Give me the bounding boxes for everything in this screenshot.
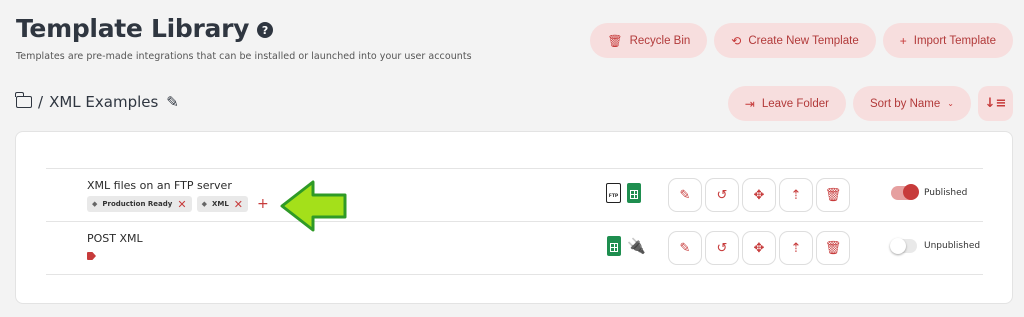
- breadcrumb-separator: /: [38, 93, 44, 111]
- import-template-button[interactable]: + Import Template: [882, 23, 1013, 58]
- template-tags: ◆ Production Ready ✕ ◆ XML ✕ +: [87, 196, 269, 212]
- tag-icon: ◆: [201, 200, 207, 208]
- rename-folder-pencil-icon[interactable]: ✎: [166, 93, 179, 111]
- page-subtitle: Templates are pre-made integrations that…: [16, 51, 472, 62]
- publish-switch[interactable]: [890, 238, 917, 254]
- edit-icon[interactable]: ✎: [668, 231, 702, 265]
- template-name[interactable]: XML files on an FTP server: [87, 179, 232, 192]
- template-name[interactable]: POST XML: [87, 232, 143, 245]
- tag-label: Production Ready: [102, 200, 173, 208]
- spreadsheet-icon: [607, 236, 621, 256]
- recycle-bin-button[interactable]: 🗑 Recycle Bin: [590, 23, 708, 58]
- annotation-arrow-icon: [280, 180, 347, 232]
- template-file-icons: FTP: [606, 183, 641, 203]
- spreadsheet-icon: [627, 183, 641, 203]
- plus-icon: +: [899, 33, 907, 48]
- row-actions: ✎ ↺ ✥ ⇡ 🗑: [668, 178, 850, 212]
- folder-name: XML Examples: [49, 93, 159, 111]
- templates-panel: XML files on an FTP server ◆ Production …: [15, 131, 1013, 304]
- move-icon[interactable]: ✥: [742, 231, 776, 265]
- leave-folder-button[interactable]: ⇥ Leave Folder: [727, 86, 846, 121]
- templates-list: XML files on an FTP server ◆ Production …: [46, 168, 983, 275]
- publish-status: Unpublished: [924, 241, 981, 251]
- tag-icon: ◆: [92, 200, 98, 208]
- add-tag-icon[interactable]: +: [257, 196, 269, 212]
- create-new-template-label: Create New Template: [748, 34, 859, 47]
- sort-by-label: Sort by Name: [869, 97, 941, 110]
- import-template-label: Import Template: [913, 34, 996, 47]
- export-icon[interactable]: ⇡: [779, 231, 813, 265]
- refresh-icon: ⟲: [731, 33, 742, 48]
- publish-toggle: Published: [891, 184, 968, 200]
- trash-icon: 🗑: [607, 33, 623, 48]
- move-icon[interactable]: ✥: [742, 178, 776, 212]
- leave-folder-icon: ⇥: [744, 96, 755, 111]
- remove-tag-icon[interactable]: ✕: [177, 198, 186, 211]
- export-icon[interactable]: ⇡: [779, 178, 813, 212]
- folder-icon[interactable]: [15, 92, 32, 108]
- recycle-bin-label: Recycle Bin: [629, 34, 691, 47]
- tag-label: XML: [211, 200, 229, 208]
- delete-icon[interactable]: 🗑: [816, 178, 850, 212]
- add-tag-icon[interactable]: [87, 252, 96, 260]
- sort-order-icon[interactable]: ↓≡: [978, 86, 1013, 121]
- history-icon[interactable]: ↺: [705, 178, 739, 212]
- template-file-icons: 🔌: [607, 236, 646, 256]
- row-actions: ✎ ↺ ✥ ⇡ 🗑: [668, 231, 850, 265]
- page-title: Template Library: [16, 14, 250, 43]
- create-new-template-button[interactable]: ⟲ Create New Template: [714, 23, 876, 58]
- publish-toggle: Unpublished: [890, 238, 981, 254]
- edit-icon[interactable]: ✎: [668, 178, 702, 212]
- tag: ◆ Production Ready ✕: [87, 196, 192, 212]
- leave-folder-label: Leave Folder: [761, 97, 829, 110]
- template-row: XML files on an FTP server ◆ Production …: [46, 169, 983, 222]
- delete-icon[interactable]: 🗑: [816, 231, 850, 265]
- sort-by-dropdown[interactable]: Sort by Name ⌄: [852, 86, 971, 121]
- template-row: POST XML 🔌 ✎ ↺ ✥ ⇡ 🗑 Unpublished: [46, 222, 983, 275]
- chevron-down-icon: ⌄: [947, 99, 954, 108]
- remove-tag-icon[interactable]: ✕: [234, 198, 243, 211]
- folder-actions: ⇥ Leave Folder Sort by Name ⌄ ↓≡: [727, 86, 1013, 121]
- plug-icon: 🔌: [627, 237, 646, 255]
- top-actions: 🗑 Recycle Bin ⟲ Create New Template + Im…: [590, 23, 1013, 58]
- history-icon[interactable]: ↺: [705, 231, 739, 265]
- help-icon[interactable]: ?: [257, 22, 274, 38]
- tag: ◆ XML ✕: [196, 196, 248, 212]
- breadcrumb: / XML Examples ✎: [15, 92, 179, 111]
- page-header: Template Library ? Templates are pre-mad…: [16, 14, 472, 62]
- publish-switch[interactable]: [891, 184, 919, 200]
- ftp-file-icon: FTP: [606, 183, 621, 203]
- publish-status: Published: [924, 188, 968, 198]
